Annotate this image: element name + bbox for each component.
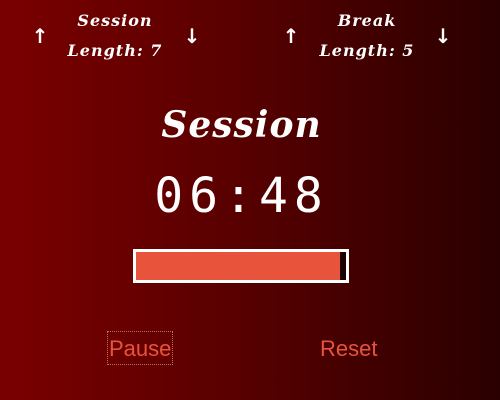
time-left-display: 06:48 (154, 168, 329, 224)
session-length-value: Length: 7 (67, 41, 163, 60)
session-decrement-icon[interactable]: ↓ (181, 22, 203, 50)
session-label-title: Session (77, 11, 153, 30)
break-increment-icon[interactable]: ↑ (280, 22, 302, 50)
break-label-title: Break (337, 11, 397, 30)
session-length-label: Session Length: 7 (65, 6, 165, 66)
progress-bar (133, 249, 349, 283)
session-length-control: ↑ Session Length: 7 ↓ (0, 0, 230, 75)
break-length-value: Length: 5 (319, 41, 415, 60)
pause-button[interactable]: Pause (107, 331, 174, 365)
timer-label: Session (161, 104, 322, 146)
progress-fill (136, 252, 340, 280)
session-increment-icon[interactable]: ↑ (29, 22, 51, 50)
reset-button[interactable]: Reset (318, 331, 379, 365)
break-decrement-icon[interactable]: ↓ (432, 22, 454, 50)
break-length-label: Break Length: 5 (317, 6, 417, 66)
break-length-control: ↑ Break Length: 5 ↓ (270, 0, 500, 75)
